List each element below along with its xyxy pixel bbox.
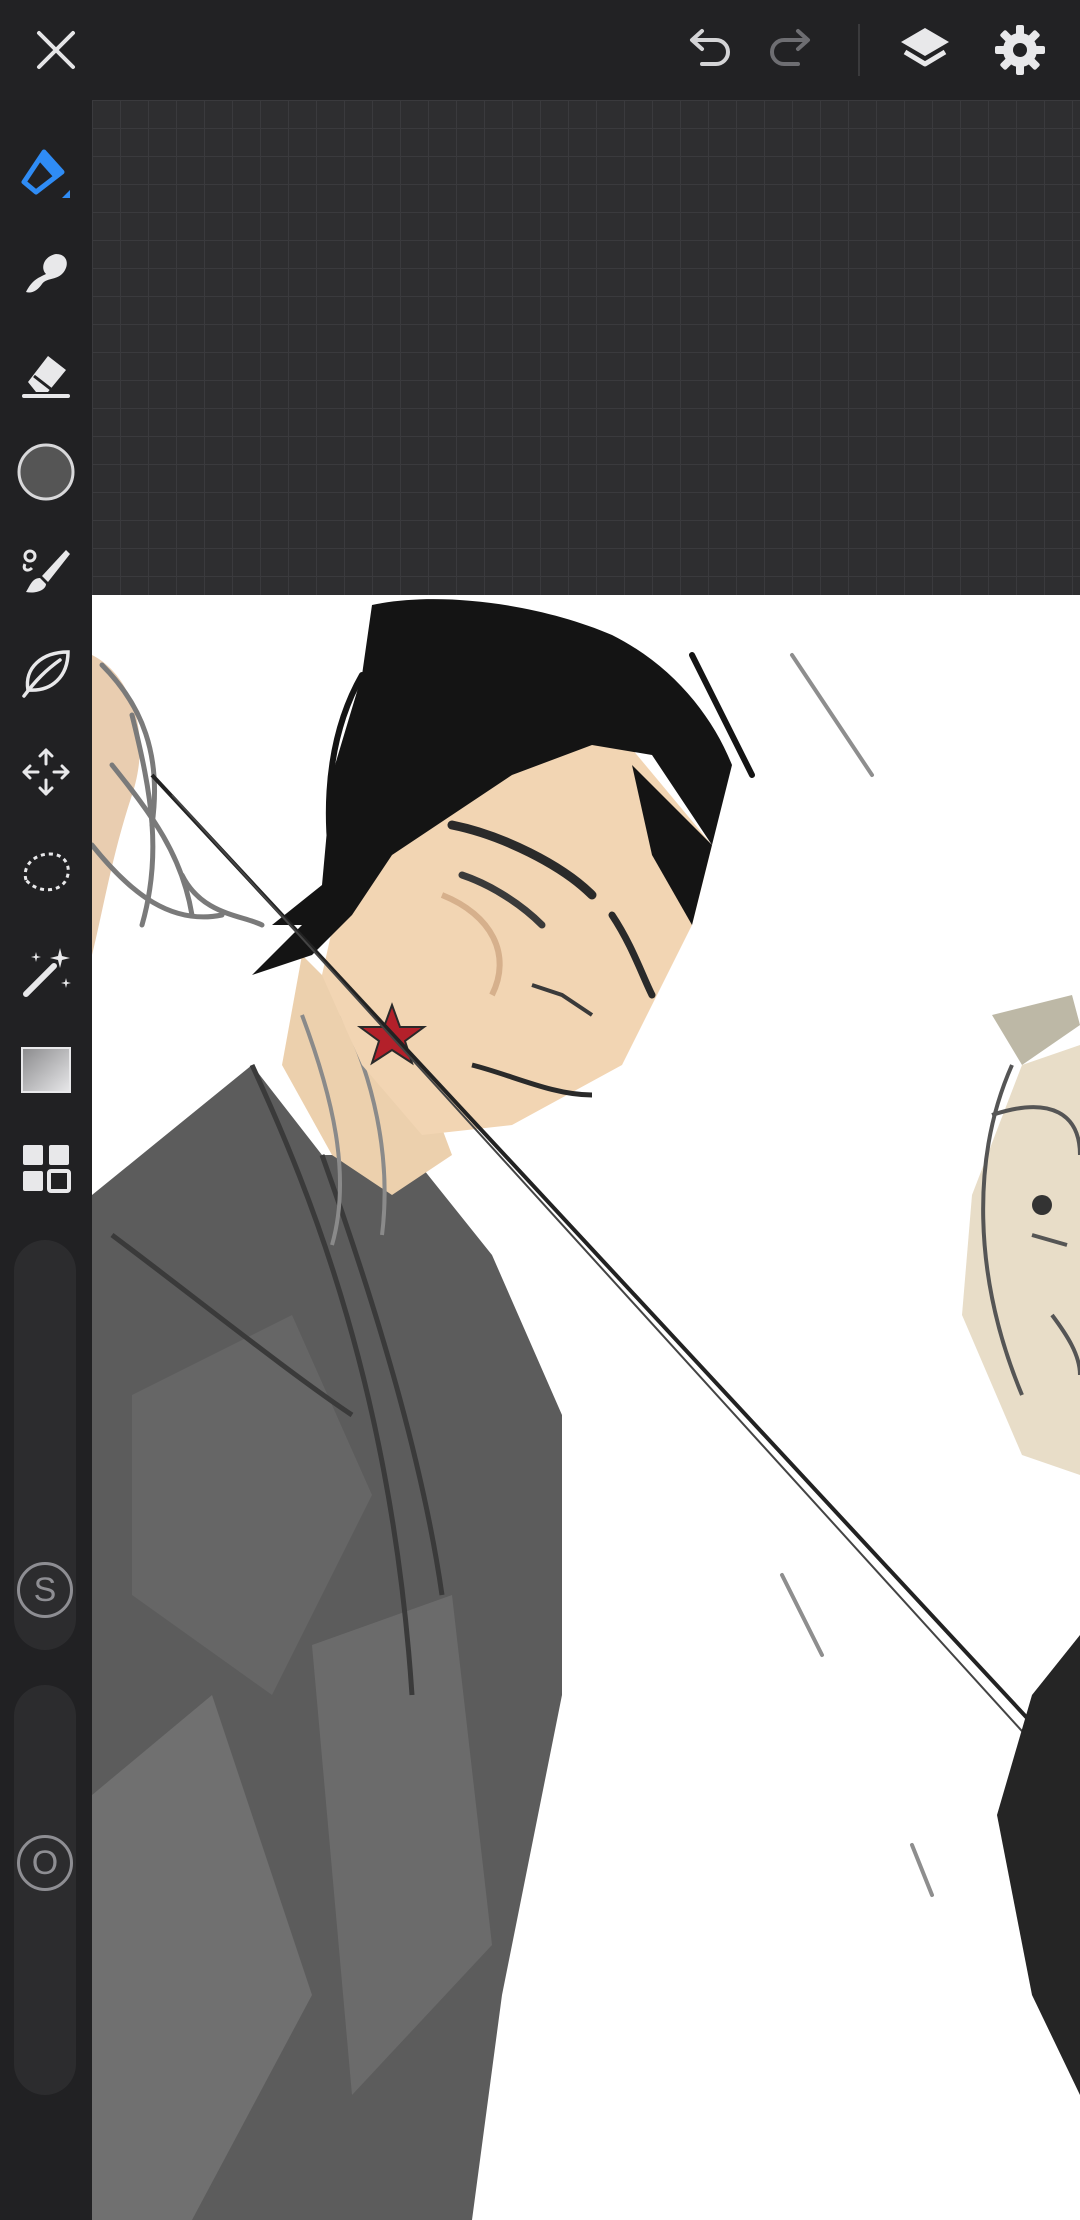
undo-button[interactable] [676,18,740,82]
brush-tool[interactable] [10,536,82,608]
more-tools[interactable] [10,1132,82,1204]
gear-icon [995,25,1045,75]
color-tool[interactable] [10,436,82,508]
selection-tool[interactable] [10,836,82,908]
canvas-workspace[interactable] [92,100,1080,2220]
smudge-icon [26,254,67,293]
close-icon [37,31,75,69]
brush-size-slider[interactable]: S [14,1240,76,1650]
brush-icon [22,549,70,593]
artwork-illustration [92,599,1080,2220]
gradient-icon [21,1047,71,1093]
magic-wand-tool[interactable] [10,936,82,1008]
redo-icon [770,29,810,66]
leaf-icon [22,650,70,698]
eraser-icon [22,356,70,398]
top-toolbar [0,0,1080,100]
pen-icon [21,149,70,198]
pen-tool[interactable] [10,138,82,210]
magic-wand-icon [23,948,71,997]
redo-button[interactable] [760,18,824,82]
smudge-tool[interactable] [10,238,82,310]
tool-sidebar: S O [0,100,92,2220]
opacity-slider[interactable]: O [14,1685,76,2095]
settings-button[interactable] [988,18,1052,82]
layers-icon [901,28,949,67]
grid-icon [23,1145,71,1193]
toolbar-divider [858,24,860,76]
undo-icon [690,29,730,66]
liquify-tool[interactable] [10,636,82,708]
color-swatch-icon [17,443,75,501]
gradient-tool[interactable] [10,1034,82,1106]
lasso-icon [23,852,70,892]
layers-button[interactable] [893,18,957,82]
move-icon [22,748,70,796]
eraser-tool[interactable] [10,338,82,410]
transform-tool[interactable] [10,736,82,808]
close-button[interactable] [24,18,88,82]
size-slider-badge: S [17,1562,73,1618]
drawing-canvas[interactable] [92,595,1080,2220]
opacity-slider-badge: O [17,1835,73,1891]
